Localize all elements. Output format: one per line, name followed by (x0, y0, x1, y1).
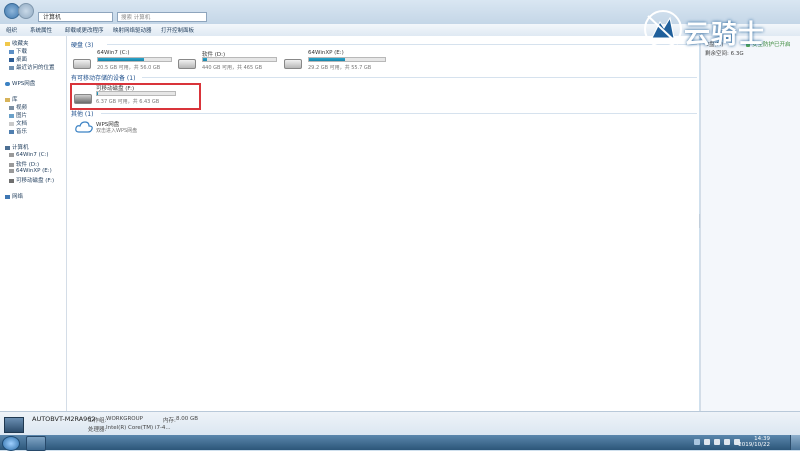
drive-name: 64Win7 (C:) (97, 50, 130, 56)
usb-drive-icon (9, 178, 14, 183)
nav-item-pictures[interactable]: 图片 (9, 111, 27, 119)
open-control-panel-button[interactable]: 打开控制面板 (161, 26, 194, 34)
workgroup-label: 工作组: (88, 418, 107, 424)
usage-bar-fill (309, 58, 346, 61)
document-icon (9, 121, 14, 126)
drive-d[interactable]: 软件 (D:) 440 GB 可用，共 465 GB (178, 50, 288, 72)
processor-value: Intel(R) Core(TM) i7-4... (106, 425, 171, 431)
nav-item-videos[interactable]: 视频 (9, 103, 27, 111)
tray-network-icon[interactable] (704, 439, 710, 445)
nav-item-documents[interactable]: 文档 (9, 119, 27, 127)
drive-c[interactable]: 64Win7 (C:) 20.5 GB 可用，共 56.0 GB (73, 50, 173, 72)
uninstall-program-button[interactable]: 卸载或更改程序 (65, 26, 104, 34)
usage-bar (97, 57, 172, 62)
recent-places-icon (9, 65, 14, 70)
nav-item-drive-f[interactable]: 可移动磁盘 (F:) (9, 176, 54, 184)
nav-item-recent[interactable]: 最近访问的位置 (9, 63, 55, 71)
taskbar-explorer-button[interactable] (26, 436, 46, 451)
nav-item-downloads[interactable]: 下载 (9, 47, 27, 55)
navigation-pane: 收藏夹 下载 桌面 最近访问的位置 WPS网盘 库 视频 图片 文档 音乐 计算… (0, 36, 67, 411)
nav-item-drive-d[interactable]: 软件 (D:) (9, 160, 39, 168)
system-properties-button[interactable]: 系统属性 (30, 26, 52, 34)
selection-highlight (70, 83, 201, 110)
wps-cloud-drive[interactable]: WPS网盘 双击进入WPS网盘 (73, 118, 173, 138)
nav-item-drive-c[interactable]: 64Win7 (C:) (9, 152, 49, 158)
section-divider (142, 77, 697, 78)
content-pane: 硬盘 (3) 64Win7 (C:) 20.5 GB 可用，共 56.0 GB … (67, 36, 708, 411)
usage-bar-fill (203, 58, 207, 61)
nav-computer[interactable]: 计算机 (5, 143, 29, 151)
nav-favorites[interactable]: 收藏夹 (5, 39, 29, 47)
usage-bar-fill (98, 58, 144, 61)
info-pane: U盘(F:) 安全防护已开启 剩余空间: 6.3G (700, 36, 800, 411)
star-icon (5, 41, 10, 46)
drive-free-space: 440 GB 可用，共 465 GB (202, 65, 263, 71)
removable-header[interactable]: 有可移动存储的设备 (1) (71, 73, 135, 82)
usage-bar (202, 57, 277, 62)
map-network-drive-button[interactable]: 映射网络驱动器 (113, 26, 152, 34)
drive-e[interactable]: 64WinXP (E:) 29.2 GB 可用，共 55.7 GB (284, 50, 394, 72)
hard-drive-icon (178, 59, 196, 69)
nav-item-drive-e[interactable]: 64WinXP (E:) (9, 168, 52, 174)
picture-icon (9, 113, 14, 118)
tray-arrow-icon[interactable] (694, 439, 700, 445)
section-divider (107, 44, 697, 45)
section-divider (101, 113, 697, 114)
start-button[interactable] (2, 436, 20, 451)
tray-security-icon[interactable] (724, 439, 730, 445)
drive-description: 双击进入WPS网盘 (96, 128, 138, 134)
network-icon (5, 194, 10, 199)
yunqishi-watermark: 云骑士 (640, 6, 790, 54)
drive-free-space: 29.2 GB 可用，共 55.7 GB (308, 65, 372, 71)
drive-icon (9, 152, 14, 157)
cloud-icon (5, 81, 10, 86)
other-header[interactable]: 其他 (1) (71, 109, 93, 118)
drive-icon (9, 162, 14, 167)
computer-name: AUTOBVT-M2RA962 (32, 415, 96, 423)
forward-button[interactable] (18, 3, 34, 19)
computer-icon (4, 417, 24, 433)
nav-item-desktop[interactable]: 桌面 (9, 55, 27, 63)
download-icon (9, 49, 14, 54)
address-bar[interactable]: 计算机 (38, 12, 113, 22)
library-icon (5, 97, 10, 102)
drive-name: 64WinXP (E:) (308, 50, 344, 56)
tray-volume-icon[interactable] (714, 439, 720, 445)
hard-drive-icon (284, 59, 302, 69)
nav-wps[interactable]: WPS网盘 (5, 79, 35, 87)
processor-label: 处理器: (88, 427, 107, 433)
clock-date[interactable]: 2019/10/22 (738, 442, 770, 448)
watermark-text: 云骑士 (684, 20, 766, 50)
memory-label: 内存: (163, 418, 176, 424)
workgroup-value: WORKGROUP (106, 416, 143, 422)
search-input[interactable]: 搜索 计算机 (117, 12, 207, 22)
show-desktop-button[interactable] (790, 435, 800, 450)
video-icon (9, 105, 14, 110)
music-icon (9, 129, 14, 134)
knight-logo-icon (644, 10, 682, 48)
taskbar: 14:39 2019/10/22 (0, 435, 800, 451)
cloud-icon (75, 121, 93, 133)
nav-network[interactable]: 网络 (5, 192, 23, 200)
usage-bar (308, 57, 386, 62)
drive-free-space: 20.5 GB 可用，共 56.0 GB (97, 65, 161, 71)
nav-item-music[interactable]: 音乐 (9, 127, 27, 135)
desktop-icon (9, 57, 14, 62)
computer-icon (5, 145, 10, 150)
organize-button[interactable]: 组织 (6, 26, 17, 34)
details-pane: AUTOBVT-M2RA962 工作组: WORKGROUP 内存: 8.00 … (0, 411, 800, 436)
nav-libraries[interactable]: 库 (5, 95, 18, 103)
hard-drive-icon (73, 59, 91, 69)
drive-icon (9, 168, 14, 173)
hard-disks-header[interactable]: 硬盘 (3) (71, 40, 93, 49)
memory-value: 8.00 GB (176, 416, 199, 422)
